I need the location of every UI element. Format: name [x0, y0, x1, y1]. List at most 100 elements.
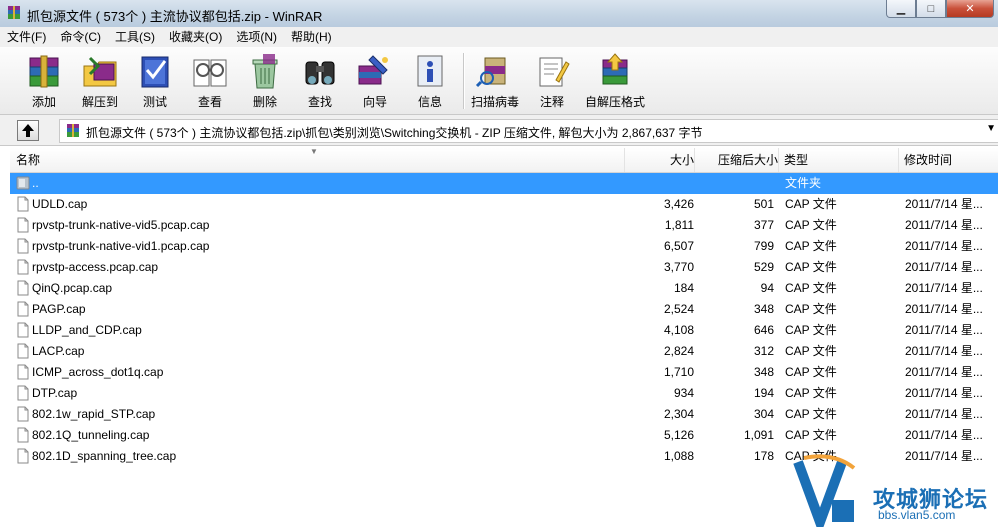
- file-size: [620, 173, 694, 194]
- winrar-app-icon[interactable]: [6, 5, 22, 21]
- file-row[interactable]: 802.1Q_tunneling.cap 5,126 1,091 CAP 文件 2011…: [10, 425, 998, 446]
- file-type: CAP 文件: [785, 386, 837, 400]
- toolbar-wizard-button[interactable]: 向导: [345, 51, 405, 111]
- file-row[interactable]: ICMP_across_dot1q.cap 1,710 348 CAP 文件 2011/…: [10, 362, 998, 383]
- toolbar-virus-scan-label: 扫描病毒: [470, 95, 519, 109]
- file-size: 5,126: [663, 428, 694, 442]
- toolbar-delete-button[interactable]: 删除: [235, 51, 295, 111]
- toolbar-virus-scan-button[interactable]: 扫描病毒: [465, 51, 525, 111]
- parent-folder-row[interactable]: .. 文件夹: [10, 173, 998, 194]
- file-row[interactable]: QinQ.pcap.cap 184 94 CAP 文件 2011/7/14 星...: [10, 278, 998, 299]
- toolbar-info-button[interactable]: 信息: [400, 51, 460, 111]
- file-icon: [17, 259, 29, 275]
- menu-file[interactable]: 文件(F): [0, 27, 53, 47]
- file-type: CAP 文件: [785, 218, 837, 232]
- file-type: CAP 文件: [785, 197, 837, 211]
- test-icon: [141, 56, 169, 88]
- toolbar-delete-label: 删除: [252, 95, 277, 109]
- menu-options[interactable]: 选项(N): [229, 27, 284, 47]
- file-size: 3,770: [663, 260, 694, 274]
- toolbar-test-label: 测试: [142, 95, 167, 109]
- toolbar-comment-button[interactable]: 注释: [522, 51, 582, 111]
- file-name: rpvstp-trunk-native-vid5.pcap.cap: [32, 218, 210, 232]
- toolbar-test-button[interactable]: 测试: [125, 51, 185, 111]
- toolbar-extract-label: 解压到: [81, 95, 118, 109]
- file-name: PAGP.cap: [32, 302, 86, 316]
- file-name: QinQ.pcap.cap: [32, 281, 113, 295]
- watermark-url: bbs.vlan5.com: [878, 508, 956, 522]
- file-size: 6,507: [663, 239, 694, 253]
- window-title: 抓包源文件 ( 573个 ) 主流协议都包括.zip - WinRAR: [27, 9, 323, 24]
- find-icon: [305, 61, 335, 85]
- up-folder-button[interactable]: [17, 120, 39, 141]
- column-header-modified[interactable]: 修改时间: [900, 148, 998, 172]
- column-header-size[interactable]: 大小: [624, 148, 695, 172]
- file-name: 802.1Q_tunneling.cap: [32, 428, 150, 442]
- file-modified: 2011/7/14 星...: [905, 365, 983, 379]
- toolbar-view-label: 查看: [197, 95, 222, 109]
- toolbar-view-button[interactable]: 查看: [180, 51, 240, 111]
- file-icon: [17, 217, 29, 233]
- file-type: CAP 文件: [785, 302, 837, 316]
- file-modified: 2011/7/14 星...: [905, 281, 983, 295]
- file-row[interactable]: PAGP.cap 2,524 348 CAP 文件 2011/7/14 星...: [10, 299, 998, 320]
- file-row[interactable]: rpvstp-access.pcap.cap 3,770 529 CAP 文件 2011…: [10, 257, 998, 278]
- toolbar-find-button[interactable]: 查找: [290, 51, 350, 111]
- extract-to-icon: [83, 56, 117, 87]
- file-modified: 2011/7/14 星...: [905, 197, 983, 211]
- file-packed-size: 799: [753, 239, 774, 253]
- file-row[interactable]: UDLD.cap 3,426 501 CAP 文件 2011/7/14 星...: [10, 194, 998, 215]
- file-name: UDLD.cap: [32, 197, 88, 211]
- menu-tools[interactable]: 工具(S): [108, 27, 162, 47]
- menu-favorites[interactable]: 收藏夹(O): [162, 27, 229, 47]
- info-icon: [417, 55, 443, 87]
- file-modified: 2011/7/14 星...: [905, 218, 983, 232]
- file-packed-size: 348: [753, 302, 774, 316]
- toolbar-extract-button[interactable]: 解压到: [70, 51, 130, 111]
- sort-indicator-icon: ▼: [310, 147, 318, 156]
- file-modified: 2011/7/14 星...: [905, 323, 983, 337]
- file-icon: [17, 385, 29, 401]
- file-type: CAP 文件: [785, 344, 837, 358]
- menu-help[interactable]: 帮助(H): [284, 27, 339, 47]
- address-bar: 抓包源文件 ( 573个 ) 主流协议都包括.zip\抓包\类别浏览\Switc…: [0, 115, 998, 146]
- file-row[interactable]: LLDP_and_CDP.cap 4,108 646 CAP 文件 2011/7/14 …: [10, 320, 998, 341]
- menu-commands[interactable]: 命令(C): [53, 27, 108, 47]
- file-type: CAP 文件: [785, 365, 837, 379]
- archive-icon: [67, 124, 79, 137]
- close-button[interactable]: ✕: [946, 0, 994, 18]
- file-type: CAP 文件: [785, 239, 837, 253]
- file-packed-size: 194: [753, 386, 774, 400]
- file-packed-size: 178: [753, 449, 774, 463]
- toolbar-sfx-button[interactable]: 自解压格式: [585, 51, 645, 111]
- column-header-type[interactable]: 类型: [780, 148, 899, 172]
- menu-bar: 文件(F) 命令(C) 工具(S) 收藏夹(O) 选项(N) 帮助(H): [0, 27, 998, 47]
- minimize-button[interactable]: ▁: [886, 0, 916, 18]
- file-size: 184: [673, 281, 694, 295]
- chevron-down-icon[interactable]: ▼: [986, 123, 996, 134]
- maximize-button[interactable]: □: [916, 0, 946, 18]
- file-type: CAP 文件: [785, 281, 837, 295]
- column-header-packed[interactable]: 压缩后大小: [700, 148, 779, 172]
- file-name: rpvstp-trunk-native-vid1.pcap.cap: [32, 239, 210, 253]
- path-field[interactable]: 抓包源文件 ( 573个 ) 主流协议都包括.zip\抓包\类别浏览\Switc…: [59, 119, 998, 143]
- title-bar: 抓包源文件 ( 573个 ) 主流协议都包括.zip - WinRAR ▁ □ …: [0, 0, 998, 28]
- file-row[interactable]: 802.1w_rapid_STP.cap 2,304 304 CAP 文件 2011/7…: [10, 404, 998, 425]
- toolbar: 添加 解压到 测试 查看 删除 查找 向导 信息 扫描病毒 注释 自解压格式: [0, 47, 998, 115]
- file-packed-size: 312: [753, 344, 774, 358]
- file-row[interactable]: rpvstp-trunk-native-vid1.pcap.cap 6,507 79…: [10, 236, 998, 257]
- file-icon: [17, 280, 29, 296]
- file-row[interactable]: LACP.cap 2,824 312 CAP 文件 2011/7/14 星...: [10, 341, 998, 362]
- path-text: 抓包源文件 ( 573个 ) 主流协议都包括.zip\抓包\类别浏览\Switc…: [86, 126, 703, 140]
- file-icon: [17, 322, 29, 338]
- file-size: 2,824: [663, 344, 694, 358]
- file-type: CAP 文件: [785, 428, 837, 442]
- file-row[interactable]: rpvstp-trunk-native-vid5.pcap.cap 1,811 37…: [10, 215, 998, 236]
- toolbar-add-button[interactable]: 添加: [14, 51, 74, 111]
- wizard-icon: [358, 55, 388, 85]
- file-size: 2,304: [663, 407, 694, 421]
- file-size: 934: [673, 386, 694, 400]
- file-row[interactable]: DTP.cap 934 194 CAP 文件 2011/7/14 星...: [10, 383, 998, 404]
- file-icon: [17, 301, 29, 317]
- file-size: 1,811: [664, 218, 694, 232]
